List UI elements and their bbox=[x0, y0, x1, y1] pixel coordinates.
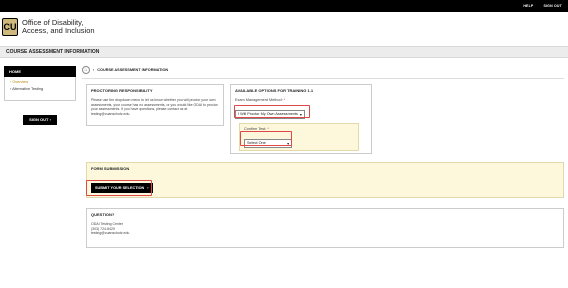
logo-line-2: Access, and Inclusion bbox=[22, 26, 95, 35]
submit-highlight bbox=[86, 180, 152, 196]
form-submission-title: FORM SUBMISSION bbox=[91, 166, 130, 171]
sign-out-label: SIGN OUT bbox=[29, 117, 49, 122]
breadcrumb-separator-icon: › bbox=[93, 68, 95, 72]
confirm-test-highlight bbox=[240, 131, 292, 146]
divider bbox=[82, 78, 564, 79]
top-sign-out-link[interactable]: SIGN OUT bbox=[543, 4, 562, 8]
sidebar-home[interactable]: HOME bbox=[4, 66, 76, 77]
sidebar-item-label: Overview bbox=[12, 80, 29, 84]
odai-logo[interactable]: CU Office of Disability, Access, and Inc… bbox=[2, 18, 95, 36]
question-line[interactable]: testing@cuanschutz.edu bbox=[91, 231, 559, 236]
page-title-bar: COURSE ASSESSMENT INFORMATION bbox=[0, 46, 568, 58]
sidebar-list: › Overview › Alternative Testing bbox=[4, 77, 76, 101]
exam-method-label: Exam Management Method: * bbox=[235, 98, 286, 102]
options-title: AVAILABLE OPTIONS FOR TRAINING 1.1 bbox=[235, 88, 314, 93]
sidebar-item-overview[interactable]: › Overview bbox=[10, 80, 70, 84]
help-link[interactable]: HELP bbox=[523, 4, 533, 8]
sign-out-button[interactable]: SIGN OUT › bbox=[23, 115, 57, 125]
home-icon[interactable]: ⌂ bbox=[82, 66, 90, 74]
sidebar-item-alternative-testing[interactable]: › Alternative Testing bbox=[10, 87, 70, 91]
cu-logo-icon: CU bbox=[2, 18, 18, 36]
page-title: COURSE ASSESSMENT INFORMATION bbox=[6, 49, 100, 55]
question-title: QUESTION? bbox=[91, 212, 115, 217]
top-navigation: HELP SIGN OUT bbox=[0, 0, 568, 12]
breadcrumb: ⌂ › COURSE ASSESSMENT INFORMATION bbox=[82, 66, 168, 74]
proctoring-responsibility-panel: PROCTORING RESPONSIBILITY Please use the… bbox=[86, 84, 224, 126]
exam-method-highlight bbox=[234, 105, 310, 118]
proctoring-body: Please use the dropdown menu to let us k… bbox=[91, 98, 218, 116]
chevron-right-icon: › bbox=[49, 117, 51, 122]
question-panel: QUESTION? ODAI Testing Center (303) 724-… bbox=[86, 208, 564, 248]
sidebar: HOME › Overview › Alternative Testing SI… bbox=[4, 66, 76, 125]
form-submission-panel: FORM SUBMISSION SUBMIT YOUR SELECTION › bbox=[86, 162, 564, 198]
breadcrumb-current: COURSE ASSESSMENT INFORMATION bbox=[97, 68, 169, 72]
proctoring-title: PROCTORING RESPONSIBILITY bbox=[91, 88, 153, 93]
sidebar-item-label: Alternative Testing bbox=[12, 87, 44, 91]
